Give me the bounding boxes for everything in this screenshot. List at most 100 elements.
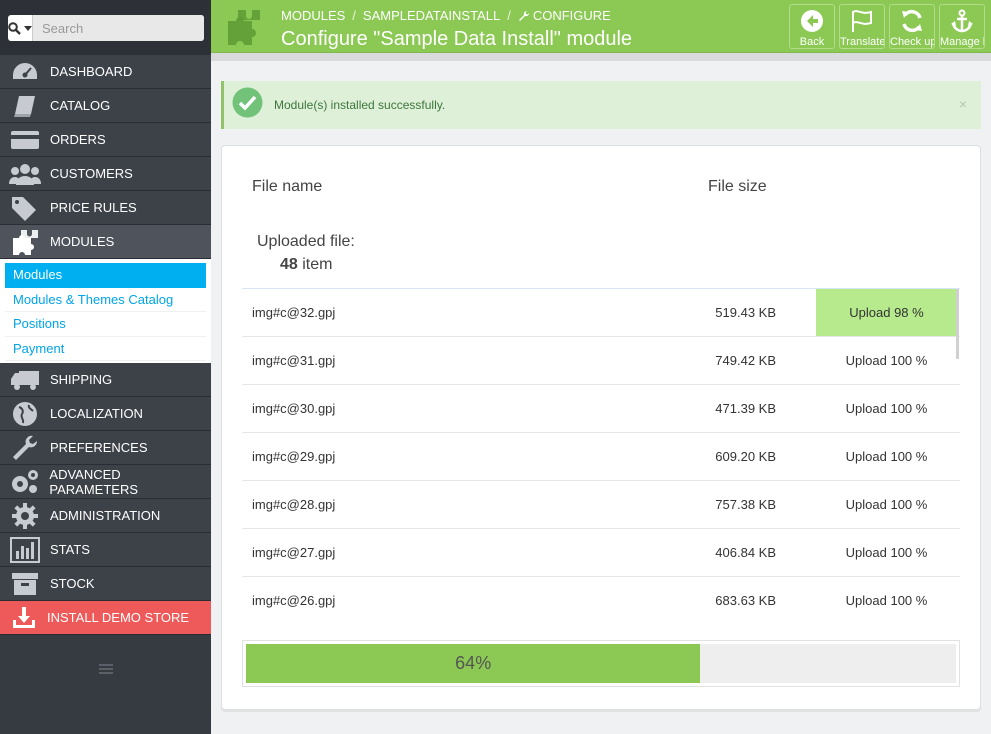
search-area xyxy=(0,0,211,55)
file-name: img#c@29.gpj xyxy=(252,449,336,464)
toolbar: Back Translate Check update Manage hooks xyxy=(789,4,985,49)
check-update-label: Check update xyxy=(890,36,934,48)
main-menu: DASHBOARD CATALOG ORDERS CUSTOMERS PRICE RUL… xyxy=(0,55,211,259)
collapse-menu-icon[interactable] xyxy=(99,662,113,680)
menu-label: STATS xyxy=(50,542,90,557)
progress-track: 64% xyxy=(246,644,956,683)
breadcrumb-separator: / xyxy=(507,8,511,23)
menu-item-shipping[interactable]: SHIPPING xyxy=(0,363,211,397)
uploaded-count-line: 48 item xyxy=(257,253,355,276)
success-alert: Module(s) installed successfully. × xyxy=(221,81,981,129)
back-button[interactable]: Back xyxy=(789,4,835,49)
menu-item-administration[interactable]: ADMINISTRATION xyxy=(0,499,211,533)
upload-status: Upload 100 % xyxy=(845,593,928,608)
submenu-item-positions[interactable]: Positions xyxy=(5,312,206,337)
file-row: img#c@26.gpj 683.63 KB Upload 100 % xyxy=(242,577,960,624)
scrollbar-thumb[interactable] xyxy=(956,289,959,359)
upload-status: Upload 100 % xyxy=(845,497,928,512)
arrow-left-icon xyxy=(801,10,823,32)
upload-status: Upload 100 % xyxy=(845,353,928,368)
menu-item-dashboard[interactable]: DASHBOARD xyxy=(0,55,211,89)
submenu-item-modules[interactable]: Modules xyxy=(5,263,206,288)
menu-label: STOCK xyxy=(50,576,95,591)
file-size: 519.43 KB xyxy=(715,305,776,320)
menu-item-orders[interactable]: ORDERS xyxy=(0,123,211,157)
wrench-icon xyxy=(0,431,50,465)
bar-chart-icon xyxy=(0,533,50,567)
puzzle-icon xyxy=(0,225,50,259)
submenu-item-payment[interactable]: Payment xyxy=(5,337,206,361)
back-label: Back xyxy=(799,36,825,48)
cogs-icon xyxy=(0,465,49,499)
menu-item-install-demo-store[interactable]: INSTALL DEMO STORE xyxy=(0,601,211,635)
file-size-header: File size xyxy=(708,178,767,195)
file-name: img#c@30.gpj xyxy=(252,401,336,416)
refresh-icon xyxy=(902,9,922,33)
sidebar: DASHBOARD CATALOG ORDERS CUSTOMERS PRICE RUL… xyxy=(0,0,211,734)
page-header: MODULES / SAMPLEDATAINSTALL / CONFIGURE … xyxy=(211,0,991,53)
menu-item-catalog[interactable]: CATALOG xyxy=(0,89,211,123)
menu-label: DASHBOARD xyxy=(50,64,133,79)
dashboard-icon xyxy=(0,55,50,89)
search-box xyxy=(8,15,204,41)
upload-panel: File name File size Uploaded file: 48 it… xyxy=(221,145,981,710)
users-icon xyxy=(0,157,50,191)
translate-label: Translate xyxy=(840,36,884,48)
manage-hooks-label: Manage hooks xyxy=(940,36,984,48)
menu-item-stock[interactable]: STOCK xyxy=(0,567,211,601)
submenu-item-modules-themes-catalog[interactable]: Modules & Themes Catalog xyxy=(5,288,206,312)
alert-message: Module(s) installed successfully. xyxy=(274,98,446,112)
file-size: 749.42 KB xyxy=(715,353,776,368)
anchor-icon xyxy=(951,9,973,33)
wrench-icon xyxy=(518,10,529,21)
check-update-button[interactable]: Check update xyxy=(889,4,935,49)
manage-hooks-button[interactable]: Manage hooks xyxy=(939,4,985,49)
credit-card-icon xyxy=(0,123,50,157)
menu-label: ADVANCED PARAMETERS xyxy=(49,466,139,497)
tags-icon xyxy=(0,191,50,225)
menu-item-modules[interactable]: MODULES xyxy=(0,225,211,259)
menu-item-price-rules[interactable]: PRICE RULES xyxy=(0,191,211,225)
menu-label: LOCALIZATION xyxy=(50,406,143,421)
menu-label: CATALOG xyxy=(50,98,111,113)
menu-label: CUSTOMERS xyxy=(50,166,133,181)
file-size: 471.39 KB xyxy=(715,401,776,416)
menu-label: ADMINISTRATION xyxy=(50,508,161,523)
menu-item-localization[interactable]: LOCALIZATION xyxy=(0,397,211,431)
uploaded-unit: item xyxy=(302,256,333,273)
uploaded-summary: Uploaded file: 48 item xyxy=(257,230,355,276)
uploaded-label: Uploaded file: xyxy=(257,233,355,250)
menu-label: PRICE RULES xyxy=(50,200,137,215)
file-name: img#c@26.gpj xyxy=(252,593,336,608)
upload-status: Upload 98 % xyxy=(816,289,957,336)
uploaded-count: 48 xyxy=(280,256,298,273)
file-row: img#c@32.gpj 519.43 KB Upload 98 % xyxy=(242,289,960,337)
search-type-button[interactable] xyxy=(8,15,33,41)
file-list[interactable]: img#c@32.gpj 519.43 KB Upload 98 % img#c@31… xyxy=(242,288,960,624)
upload-status: Upload 100 % xyxy=(845,449,928,464)
upload-status: Upload 100 % xyxy=(845,545,928,560)
modules-submenu: Modules Modules & Themes Catalog Positions… xyxy=(0,259,211,363)
globe-icon xyxy=(0,397,50,431)
menu-label: MODULES xyxy=(50,234,115,249)
truck-icon xyxy=(0,363,50,397)
menu-item-customers[interactable]: CUSTOMERS xyxy=(0,157,211,191)
close-alert-button[interactable]: × xyxy=(959,96,967,112)
menu-label: ORDERS xyxy=(50,132,106,147)
flag-icon xyxy=(852,10,872,32)
upload-status: Upload 100 % xyxy=(845,401,928,416)
menu-item-advanced-parameters[interactable]: ADVANCED PARAMETERS xyxy=(0,465,211,499)
breadcrumb-configure-label: CONFIGURE xyxy=(532,8,611,23)
search-input[interactable] xyxy=(33,15,204,41)
breadcrumb-modules[interactable]: MODULES xyxy=(281,8,345,23)
menu-item-preferences[interactable]: PREFERENCES xyxy=(0,431,211,465)
translate-button[interactable]: Translate xyxy=(839,4,885,49)
breadcrumb-separator: / xyxy=(352,8,356,23)
archive-icon xyxy=(0,567,50,601)
breadcrumb-module-name[interactable]: SAMPLEDATAINSTALL xyxy=(363,8,500,23)
menu-item-stats[interactable]: STATS xyxy=(0,533,211,567)
breadcrumb-configure: CONFIGURE xyxy=(518,8,611,23)
overall-progress: 64% xyxy=(242,640,960,687)
breadcrumb: MODULES / SAMPLEDATAINSTALL / CONFIGURE xyxy=(281,8,611,23)
file-name: img#c@28.gpj xyxy=(252,497,336,512)
